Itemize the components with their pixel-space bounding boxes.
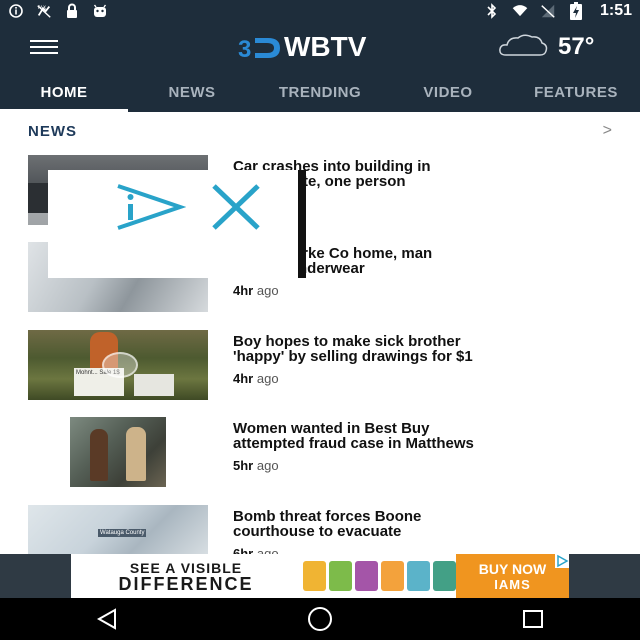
news-section-header: NEWS > (28, 120, 612, 142)
lock-icon (64, 3, 80, 19)
logo-text: WBTV (284, 31, 367, 62)
ad-text: SEE A VISIBLE DIFFERENCE (118, 560, 254, 594)
news-time: 4hr ago (233, 283, 279, 298)
weather-widget[interactable]: 57° (498, 32, 594, 62)
news-headline: Women wanted in Best Buy attempted fraud… (233, 420, 474, 452)
close-icon[interactable] (208, 182, 264, 237)
svg-text:FAX: FAX (38, 5, 46, 11)
ad-info-icon[interactable] (555, 554, 569, 568)
wifi-icon (512, 3, 528, 19)
tab-video[interactable]: VIDEO (384, 72, 512, 112)
news-item[interactable]: Women wanted in Best Buy attempted fraud… (28, 417, 612, 491)
news-time: 4hr ago (233, 371, 279, 386)
recents-icon (523, 610, 544, 628)
tab-trending[interactable]: TRENDING (256, 72, 384, 112)
news-video-thumbnail: Mohnt... Sale 1$ (28, 330, 208, 400)
tab-features[interactable]: FEATURES (512, 72, 640, 112)
app-header: 3 WBTV 57° (0, 22, 640, 72)
info-icon (8, 3, 24, 19)
cloudy-icon (498, 33, 548, 62)
back-icon (96, 608, 116, 630)
battery-charging-icon (568, 2, 584, 20)
buy-now-button[interactable]: BUY NOW (479, 561, 546, 577)
news-thumbnail (28, 417, 208, 487)
svg-text:3: 3 (238, 36, 251, 61)
status-bar: FAX 1:51 (0, 0, 640, 22)
brand-logo: IAMS (494, 576, 531, 592)
recents-button[interactable] (513, 604, 553, 634)
tab-home[interactable]: HOME (0, 72, 128, 112)
menu-button[interactable] (30, 40, 58, 54)
section-title: NEWS (28, 122, 77, 140)
menu-icon (30, 40, 58, 42)
temperature: 57° (558, 33, 595, 60)
play-icon (102, 352, 138, 378)
android-debug-icon (92, 3, 108, 19)
wbtv-logo[interactable]: 3 WBTV (238, 31, 367, 63)
tab-bar: HOME NEWS TRENDING VIDEO FEATURES (0, 72, 640, 112)
bluetooth-icon (484, 3, 500, 19)
navigation-bar (0, 598, 640, 640)
tab-news[interactable]: NEWS (128, 72, 256, 112)
news-headline: Bomb threat forces Boone courthouse to e… (233, 508, 422, 540)
home-button[interactable] (300, 604, 340, 634)
home-icon (307, 607, 332, 631)
logo-3d-mark: 3 (238, 35, 282, 63)
news-item[interactable]: Mohnt... Sale 1$ Boy hopes to make sick … (28, 330, 612, 404)
ad-products-image (303, 561, 456, 591)
ad-cta[interactable]: BUY NOW IAMS (456, 554, 569, 598)
see-more-arrow[interactable]: > (603, 122, 612, 140)
clock: 1:51 (599, 2, 632, 19)
banner-ad[interactable]: SEE A VISIBLE DIFFERENCE BUY NOW IAMS (71, 554, 569, 598)
news-time: 5hr ago (233, 458, 279, 473)
ad-overlay[interactable] (48, 170, 306, 278)
banner-ad-container: SEE A VISIBLE DIFFERENCE BUY NOW IAMS (0, 554, 640, 598)
no-signal-icon (540, 3, 556, 19)
no-fax-icon: FAX (36, 3, 52, 19)
adchoices-icon[interactable] (110, 180, 187, 239)
news-headline: Boy hopes to make sick brother 'happy' b… (233, 333, 473, 365)
back-button[interactable] (87, 604, 127, 634)
